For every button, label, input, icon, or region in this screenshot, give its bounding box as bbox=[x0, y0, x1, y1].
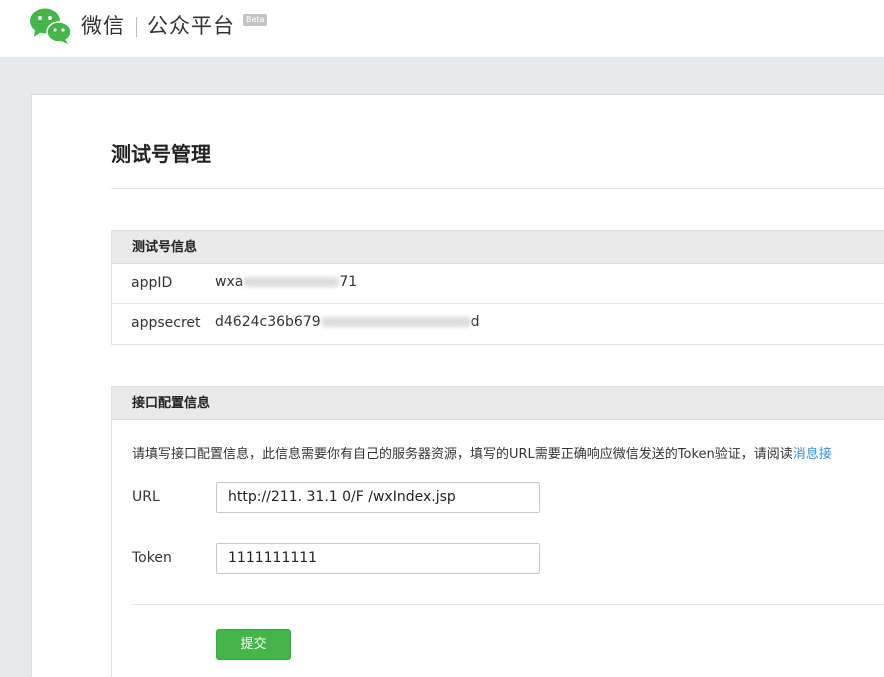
platform-name[interactable]: 公众平台 bbox=[147, 12, 235, 40]
brand-divider bbox=[136, 17, 137, 37]
config-hint-text: 请填写接口配置信息，此信息需要你有自己的服务器资源，填写的URL需要正确响应微信… bbox=[132, 447, 793, 462]
appsecret-value-prefix: d4624c36b679 bbox=[215, 314, 321, 330]
test-account-section: 测试号信息 appID wxa 71 appsecret d4624c36b679… bbox=[111, 230, 884, 345]
interface-config-heading: 接口配置信息 bbox=[112, 387, 884, 420]
page-title: 测试号管理 bbox=[111, 142, 211, 166]
main-card: 测试号管理 测试号信息 appID wxa 71 appsecret d4624c… bbox=[31, 94, 884, 677]
brand-name[interactable]: 微信 bbox=[81, 12, 125, 40]
appsecret-row: appsecret d4624c36b679 d bbox=[112, 304, 884, 344]
appid-label: appID bbox=[131, 275, 173, 291]
token-input[interactable]: 1111111111 bbox=[216, 543, 540, 574]
url-input[interactable]: http://211. 31.1 0/F /wxIndex.jsp bbox=[216, 482, 540, 513]
config-hint: 请填写接口配置信息，此信息需要你有自己的服务器资源，填写的URL需要正确响应微信… bbox=[132, 443, 832, 462]
test-account-heading: 测试号信息 bbox=[112, 231, 884, 264]
appsecret-value-suffix: d bbox=[470, 314, 480, 330]
appid-value-suffix: 71 bbox=[339, 274, 358, 290]
title-divider bbox=[111, 188, 884, 189]
message-doc-link[interactable]: 消息接 bbox=[793, 447, 832, 462]
url-label: URL bbox=[132, 489, 160, 505]
token-label: Token bbox=[132, 550, 172, 566]
submit-button[interactable]: 提交 bbox=[216, 629, 291, 660]
appid-row: appID wxa 71 bbox=[112, 264, 884, 304]
form-divider bbox=[132, 604, 884, 605]
redacted-blur bbox=[243, 277, 340, 287]
appsecret-label: appsecret bbox=[131, 315, 201, 331]
wechat-logo-icon[interactable] bbox=[29, 6, 73, 46]
interface-config-section: 接口配置信息 请填写接口配置信息，此信息需要你有自己的服务器资源，填写的URL需… bbox=[111, 386, 884, 677]
top-bar: 微信 公众平台 Beta bbox=[0, 0, 884, 57]
appid-value: wxa 71 bbox=[215, 274, 357, 290]
appsecret-value: d4624c36b679 d bbox=[215, 314, 480, 330]
appid-value-prefix: wxa bbox=[215, 274, 244, 290]
redacted-blur bbox=[320, 317, 471, 327]
beta-badge: Beta bbox=[243, 14, 268, 26]
